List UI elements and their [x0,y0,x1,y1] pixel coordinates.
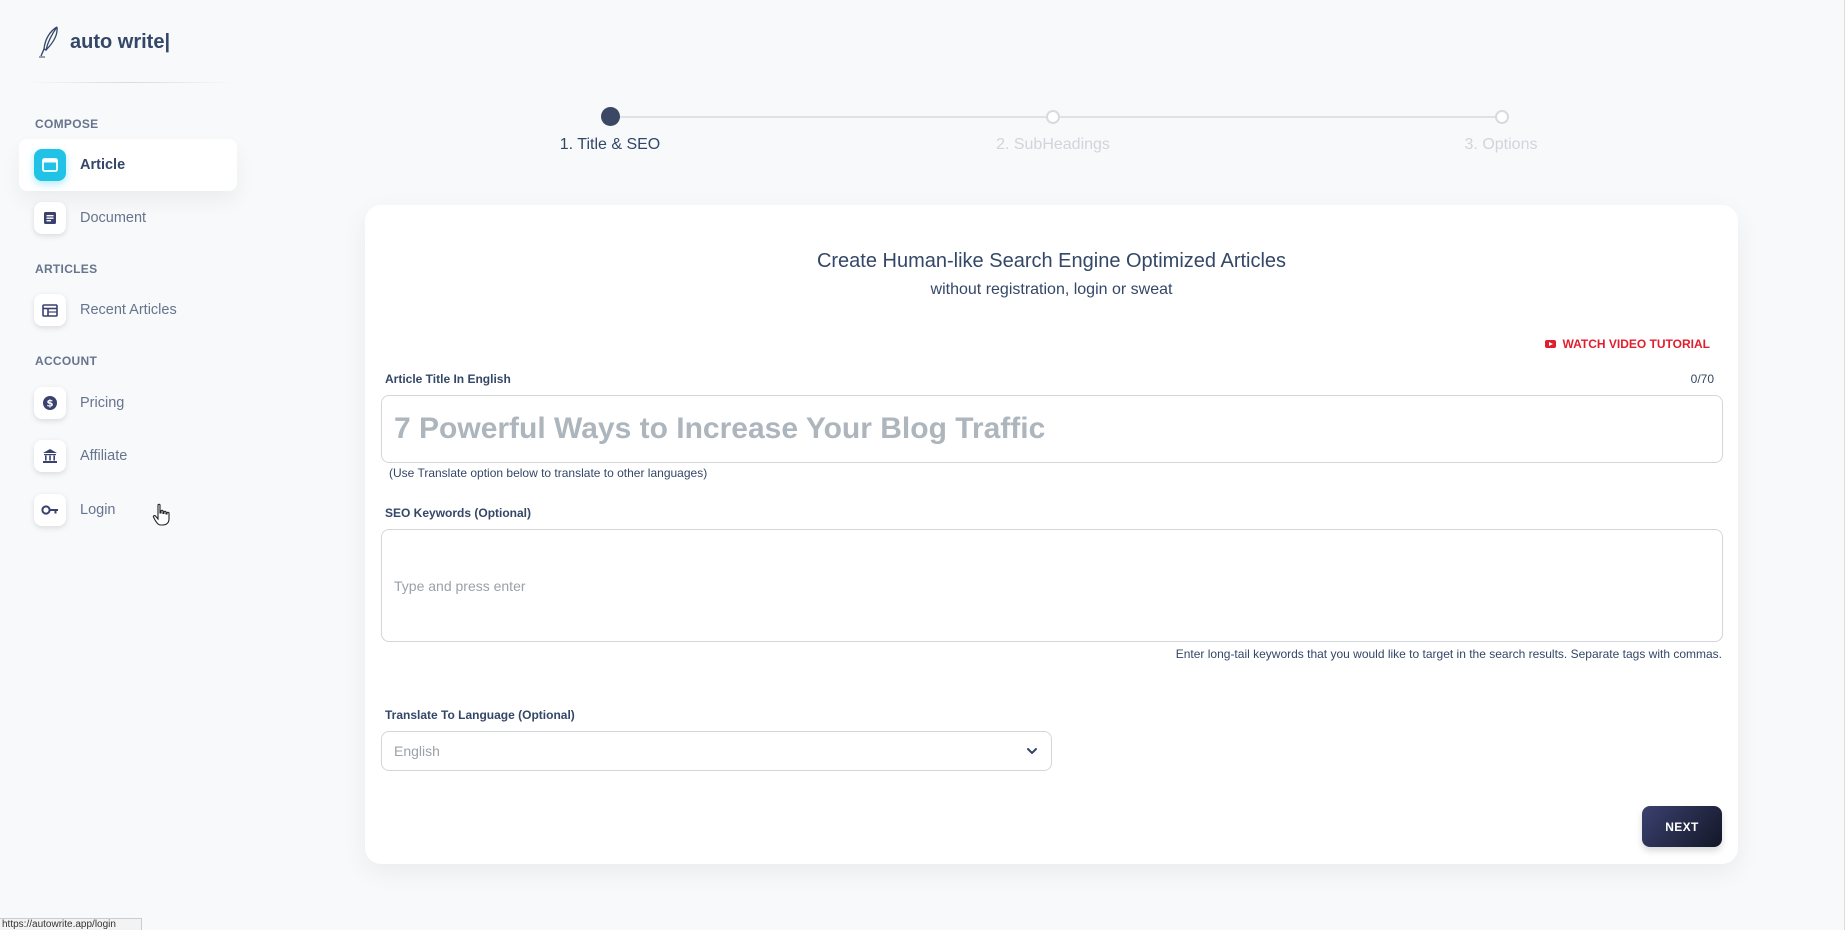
next-button[interactable]: NEXT [1642,806,1722,847]
sidebar-item-affiliate[interactable]: Affiliate [19,430,237,482]
sidebar-item-label: Document [80,210,147,226]
article-title-label: Article Title In English [385,372,511,386]
sidebar-item-label: Article [80,157,126,173]
brand[interactable]: auto write| [36,24,170,60]
sidebar-item-label: Pricing [80,395,125,411]
sidebar-item-document[interactable]: Document [19,192,237,244]
sidebar-item-login[interactable]: Login [19,484,237,536]
sidebar-item-pricing[interactable]: $ Pricing [19,377,237,429]
youtube-icon [1545,340,1557,348]
page-title: Create Human-like Search Engine Optimize… [816,250,1287,272]
browser-window-icon [34,149,66,181]
tutorial-link-label: WATCH VIDEO TUTORIAL [1562,337,1710,351]
sidebar-item-article[interactable]: Article [19,139,237,191]
table-layout-icon [34,294,66,326]
page-subtitle: without registration, login or sweat [930,281,1173,298]
seo-keywords-input[interactable] [394,577,1722,594]
step-label-title-seo[interactable]: 1. Title & SEO [560,136,660,154]
progress-stepper: 1. Title & SEO 2. SubHeadings 3. Options [560,107,1537,168]
sidebar-item-recent-articles[interactable]: Recent Articles [19,284,237,336]
status-bar-url: https://autowrite.app/login [0,918,142,930]
sidebar-item-label: Recent Articles [80,302,177,318]
sidebar: auto write| COMPOSE Article Document ART… [0,0,250,930]
svg-text:$: $ [47,399,54,410]
document-icon [34,202,66,234]
watch-video-tutorial-link[interactable]: WATCH VIDEO TUTORIAL [1545,337,1710,351]
sidebar-item-label: Affiliate [80,448,128,464]
seo-keywords-box[interactable] [381,529,1723,642]
step-dot-2[interactable] [1046,110,1060,124]
seo-keywords-help: Enter long-tail keywords that you would … [1175,647,1722,661]
step-dot-3[interactable] [1495,110,1509,124]
step-label-subheadings[interactable]: 2. SubHeadings [996,136,1110,154]
brand-name: auto write| [70,30,171,53]
article-title-hint: (Use Translate option below to translate… [389,466,708,480]
section-label-articles: ARTICLES [35,262,98,276]
quill-pen-icon [39,26,58,58]
article-form-card: Create Human-like Search Engine Optimize… [365,205,1738,864]
language-select[interactable]: English [381,731,1052,771]
bank-icon [34,440,66,472]
key-icon [34,494,66,526]
title-char-counter: 0/70 [1690,372,1714,386]
chevron-down-icon [1027,748,1037,754]
sidebar-item-label: Login [80,502,116,518]
language-selected-value: English [394,743,440,759]
article-title-input[interactable] [381,395,1723,463]
hand-pointer-cursor-icon [152,503,170,526]
sidebar-divider [24,82,236,83]
step-label-options[interactable]: 3. Options [1465,136,1538,154]
dollar-coin-icon: $ [34,387,66,419]
step-dot-1[interactable] [601,107,620,126]
translate-language-label: Translate To Language (Optional) [385,708,575,722]
section-label-account: ACCOUNT [35,354,98,368]
section-label-compose: COMPOSE [35,117,99,131]
seo-keywords-label: SEO Keywords (Optional) [385,506,532,520]
